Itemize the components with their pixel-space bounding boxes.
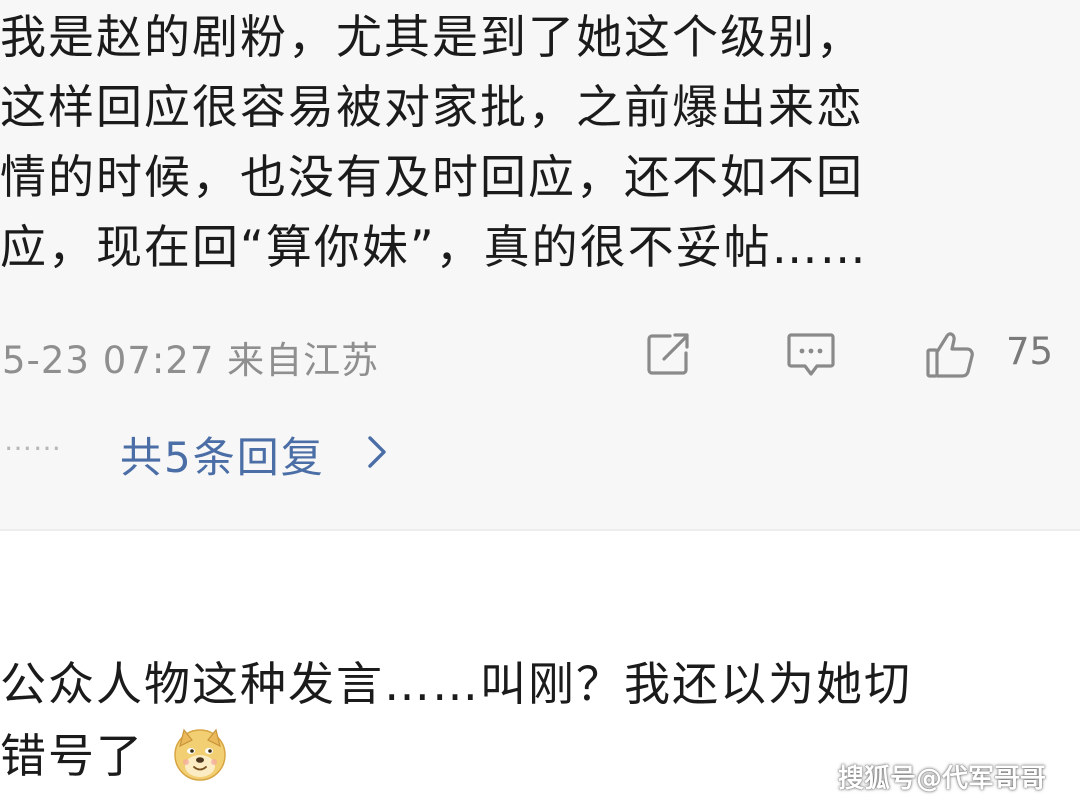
comment-feed: 我是赵的剧粉，尤其是到了她这个级别， 这样回应很容易被对家批，之前爆出来恋 情的… [0, 0, 1080, 807]
watermark: 搜狐号@代军哥哥 [837, 764, 1046, 794]
timestamp-text: 5-23 07:27 [2, 339, 215, 382]
comment-line: 公众人物这种发言……叫刚？我还以为她切 [0, 657, 912, 711]
comment-card: 我是赵的剧粉，尤其是到了她这个级别， 这样回应很容易被对家批，之前爆出来恋 情的… [0, 0, 1080, 529]
comment-body: 我是赵的剧粉，尤其是到了她这个级别， 这样回应很容易被对家批，之前爆出来恋 情的… [0, 2, 1078, 282]
chevron-right-icon[interactable] [360, 432, 396, 472]
comment-meta-row: 5-23 07:27 来自江苏 75 [0, 322, 1080, 386]
comment-line: 应，现在回“算你妹”，真的很不妥帖…… [0, 220, 868, 274]
comment-line: 我是赵的剧粉，尤其是到了她这个级别， [0, 10, 864, 64]
comment-divider [0, 529, 1080, 531]
share-icon[interactable] [640, 326, 696, 382]
doge-emoji-icon [174, 728, 226, 781]
comment-line: 这样回应很容易被对家批，之前爆出来恋 [0, 80, 864, 134]
replies-dots: …… [4, 424, 62, 457]
comment-line: 情的时候，也没有及时回应，还不如不回 [0, 150, 864, 204]
thumbs-up-icon[interactable] [922, 326, 978, 382]
like-count: 75 [1006, 330, 1054, 373]
view-replies-link[interactable]: 共5条回复 [120, 424, 325, 485]
comment-bubble-icon[interactable] [783, 326, 839, 382]
comment-line: 错号了 [0, 729, 144, 783]
comment-timestamp: 5-23 07:27 来自江苏 [2, 330, 379, 384]
location-text: 来自江苏 [227, 339, 380, 382]
replies-row: …… 共5条回复 [0, 420, 600, 490]
